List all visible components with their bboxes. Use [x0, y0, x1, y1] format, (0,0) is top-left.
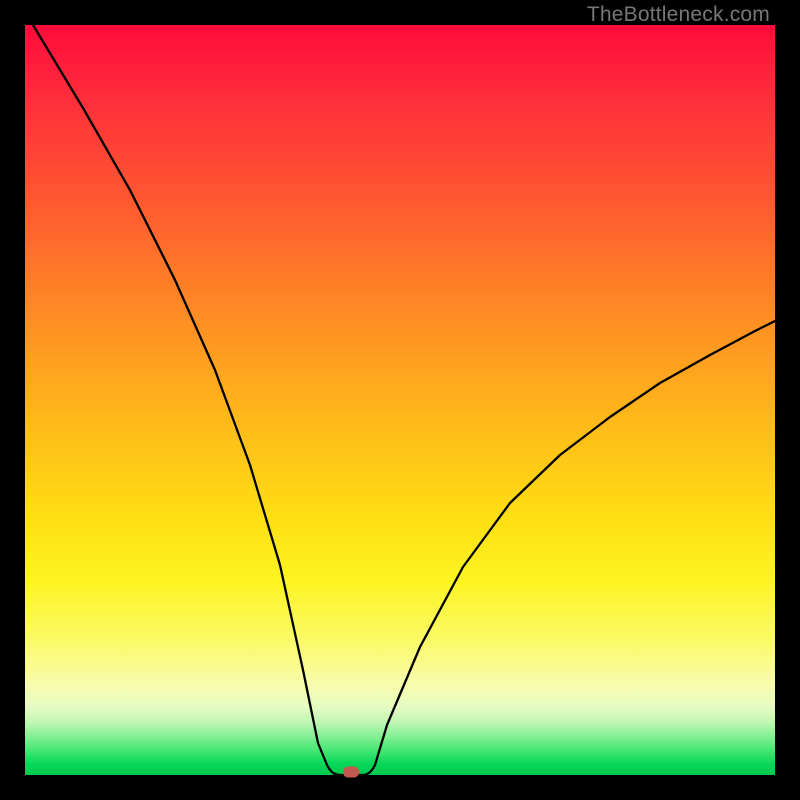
bottleneck-curve [25, 25, 775, 775]
chart-frame: TheBottleneck.com [0, 0, 800, 800]
curve-path [33, 25, 775, 775]
minimum-marker [343, 767, 359, 778]
watermark-text: TheBottleneck.com [587, 3, 770, 27]
plot-area [25, 25, 775, 775]
